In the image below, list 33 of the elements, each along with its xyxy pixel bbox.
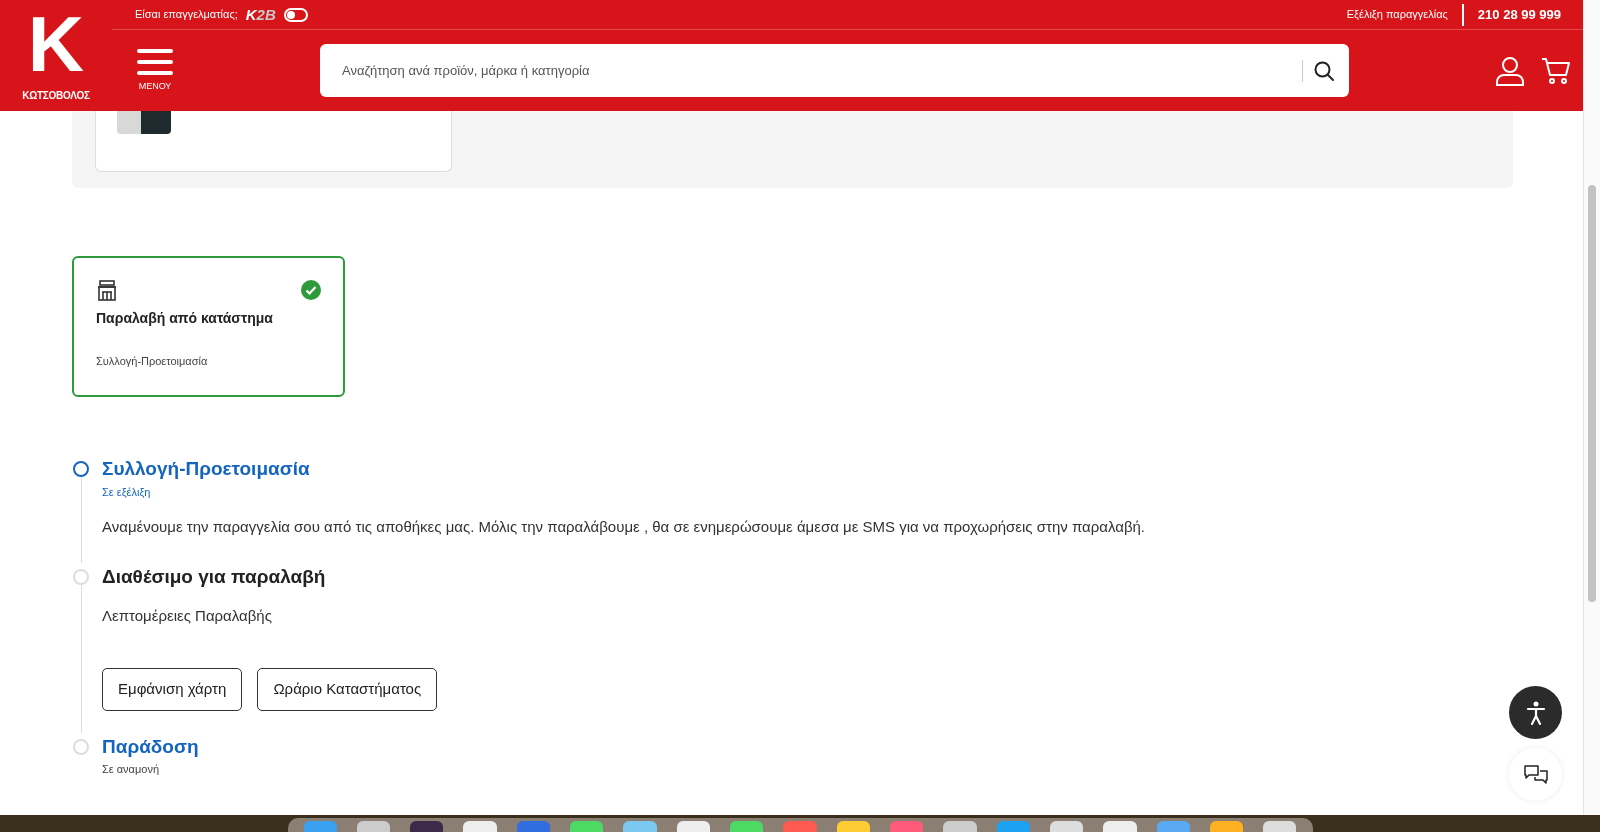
chat-icon: [1523, 764, 1548, 785]
step-title[interactable]: Συλλογή-Προετοιμασία: [102, 455, 1146, 484]
check-icon: [301, 280, 321, 300]
step-title[interactable]: Παράδοση: [102, 732, 199, 761]
step-status: Σε εξέλιξη: [102, 484, 152, 500]
step-subtitle: Λεπτομέρειες Παραλαβής: [102, 606, 273, 626]
search-bar[interactable]: Αναζήτηση ανά προϊόν, μάρκα ή κατηγορία: [320, 44, 1349, 97]
toggle-switch[interactable]: [283, 7, 308, 22]
product-image-placeholder: [117, 111, 171, 134]
accessibility-button[interactable]: [1509, 686, 1562, 739]
k2b-logo[interactable]: K2B: [245, 7, 276, 22]
pickup-option-card[interactable]: Παραλαβή από κατάστημα Συλλογή-Προετοιμασία: [72, 256, 345, 397]
cart-icon[interactable]: [1541, 56, 1571, 85]
pro-prompt: Είσαι επαγγελματίας;: [135, 7, 238, 23]
search-icon[interactable]: [1313, 59, 1335, 82]
menu-button[interactable]: ΜΕΝΟΥ: [136, 47, 174, 94]
scrollbar[interactable]: [1583, 0, 1600, 815]
search-field[interactable]: Αναζήτηση ανά προϊόν, μάρκα ή κατηγορία: [342, 60, 1292, 81]
step-description: Αναμένουμε την παραγγελία σου από τις αποθήκες μας. Μόλις την παραλάβουμε , θα σε ενημερώσουμε άμεσα με SMS για να προχωρήσεις στην παραλαβή.: [102, 517, 1146, 537]
menu-icon: [137, 47, 173, 76]
accessibility-icon: [1525, 700, 1546, 725]
outline-button[interactable]: Εμφάνιση χάρτη: [102, 667, 243, 711]
step-status: Σε αναμονή: [102, 762, 161, 777]
logo[interactable]: K ΚΩΤΣΟΒΟΛΟΣ: [0, 0, 112, 111]
store-icon: [96, 280, 118, 302]
outline-button[interactable]: Ωράριο Καταστήματος: [257, 667, 438, 711]
step-title: Διαθέσιμο για παραλαβή: [102, 564, 327, 589]
order-tracking-link[interactable]: Εξέλιξη παραγγελίας: [1346, 6, 1448, 23]
phone-number[interactable]: 210 28 99 999: [1477, 4, 1561, 25]
option-title: Παραλαβή από κατάστημα: [96, 309, 274, 328]
option-status: Συλλογή-Προετοιμασία: [96, 354, 209, 369]
chat-button[interactable]: [1509, 748, 1562, 801]
user-icon[interactable]: [1495, 55, 1525, 86]
